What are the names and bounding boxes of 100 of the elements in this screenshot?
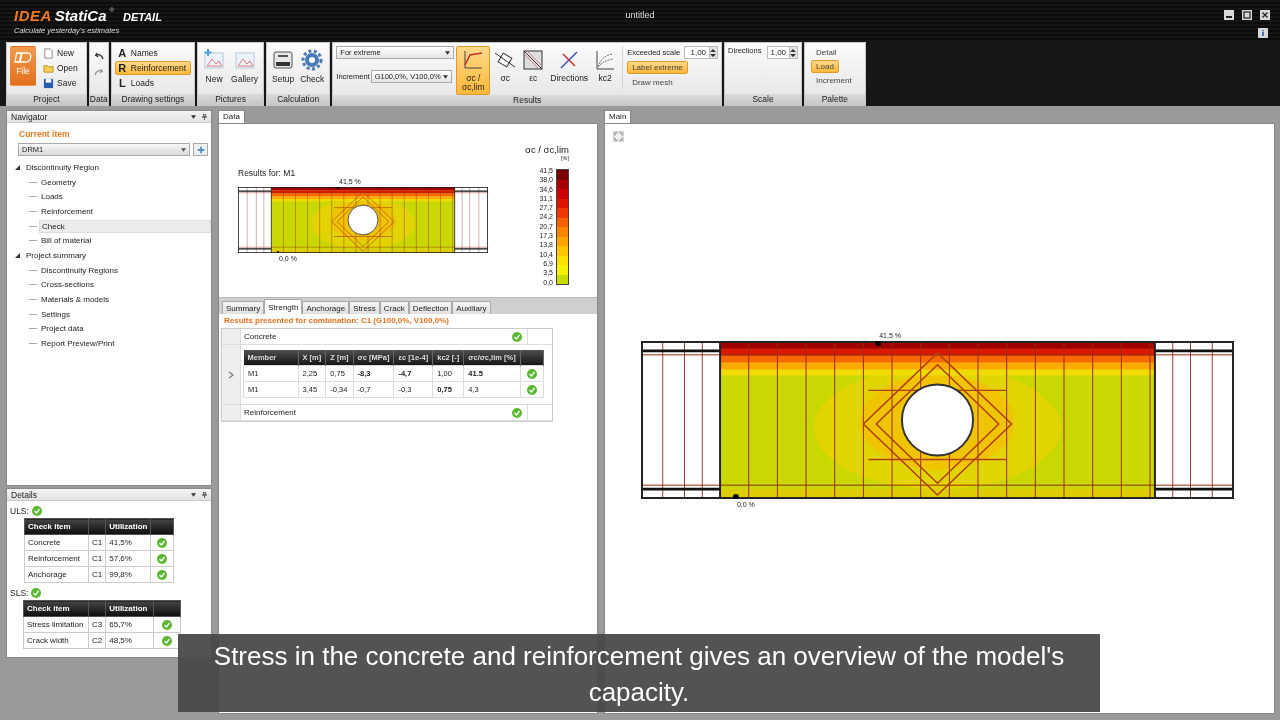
directions-scale-field[interactable]: 1,00	[767, 46, 799, 59]
drawing-toggle[interactable]: A Names	[114, 46, 163, 60]
image-icon	[233, 49, 256, 71]
curves-chart-icon	[594, 49, 617, 71]
new-button[interactable]: New	[41, 46, 83, 60]
crossed-lines-icon	[558, 49, 581, 71]
dropdown-icon[interactable]	[191, 491, 196, 498]
result-view-button[interactable]: σc / σc,lim	[456, 46, 491, 95]
exceeded-scale-field[interactable]: 1,00	[684, 46, 719, 59]
logo-icon	[14, 51, 32, 64]
group-label: Calculation	[267, 94, 330, 105]
result-tab[interactable]: Strength	[264, 299, 303, 314]
stress-curve-icon	[462, 49, 485, 71]
table-cell: 57,6%	[105, 550, 151, 567]
gallery-button[interactable]: Gallery	[229, 46, 260, 87]
table-cell: C1	[88, 550, 106, 567]
tree-item[interactable]: Geometry	[39, 176, 211, 188]
tree-item[interactable]: Project summary	[24, 249, 88, 261]
spin-arrows-icon[interactable]	[710, 48, 717, 57]
result-tab[interactable]: Deflection	[408, 301, 453, 314]
caret-icon	[445, 50, 451, 55]
legend-title: σc / σc,lim	[525, 144, 569, 155]
close-icon[interactable]	[1260, 10, 1270, 20]
column-header: Check item	[24, 518, 89, 535]
save-button[interactable]: Save	[41, 76, 83, 90]
add-image-icon	[203, 49, 226, 71]
result-view-button[interactable]: εc	[520, 46, 547, 86]
product-name: DETAIL	[122, 11, 162, 23]
palette-option[interactable]: Detail	[811, 46, 842, 59]
drawing-toggle[interactable]: L Loads	[114, 76, 159, 90]
results-title: Results for: M1	[238, 168, 297, 178]
result-view-button[interactable]: Directions	[548, 46, 591, 86]
option-toggle[interactable]: Label extreme	[627, 61, 688, 74]
check-button[interactable]: Check	[298, 46, 327, 87]
palette-option[interactable]: Load	[811, 60, 839, 73]
section-label: SLS:	[10, 588, 29, 598]
result-tab[interactable]: Anchorage	[302, 301, 350, 314]
tree-item[interactable]: Loads	[39, 191, 211, 203]
panel-title: Details	[11, 489, 37, 500]
group-label: Pictures	[198, 94, 263, 105]
undo-icon[interactable]	[92, 51, 105, 61]
info-icon[interactable]	[1258, 28, 1268, 38]
drawing-toggle[interactable]: R Reinforcement	[114, 61, 192, 75]
option-toggle[interactable]: Draw mesh	[627, 76, 678, 89]
section-label[interactable]: Concrete	[241, 329, 507, 344]
tree-item[interactable]: Project data	[39, 323, 211, 335]
dropdown-icon[interactable]	[191, 113, 196, 120]
combination-note: Results presented for combination: C1 (G100,0%, V100,0%)	[224, 316, 450, 327]
result-tab[interactable]: Summary	[222, 301, 265, 314]
group-label: Drawing settings	[111, 94, 195, 105]
tree-item[interactable]: Discontinuity Regions	[39, 264, 211, 276]
current-item-label: Current item	[19, 129, 71, 139]
palette-option[interactable]: Increment	[811, 74, 857, 87]
result-view-button[interactable]: kc2	[592, 46, 619, 86]
panel-tab[interactable]: Data	[218, 110, 245, 123]
section-label: ULS:	[10, 506, 29, 516]
spin-arrows-icon[interactable]	[790, 48, 797, 57]
setup-button[interactable]: Setup	[270, 46, 297, 87]
table-cell: 48,5%	[105, 632, 154, 649]
window-title: untitled	[624, 10, 656, 20]
pin-icon[interactable]	[202, 113, 207, 120]
table-cell: 99,8%	[105, 566, 151, 583]
expand-chevron-icon[interactable]	[228, 370, 234, 379]
table-cell: Stress limitation	[23, 616, 89, 633]
result-tab[interactable]: Crack	[379, 301, 409, 314]
table-cell: Concrete	[24, 534, 89, 551]
open-button[interactable]: Open	[41, 61, 83, 75]
pin-icon[interactable]	[202, 491, 207, 498]
table-cell: C1	[88, 534, 106, 551]
maximize-icon[interactable]	[1242, 10, 1252, 20]
section-label[interactable]: Reinforcement	[241, 405, 507, 420]
column-header: Utilization	[105, 518, 151, 535]
logo: IDEA	[14, 7, 52, 24]
result-view-button[interactable]: σc	[492, 46, 519, 86]
tree-item[interactable]: Materials & models	[39, 294, 211, 306]
tree-item[interactable]: Cross-sections	[39, 279, 211, 291]
new-picture-button[interactable]: New	[201, 46, 228, 87]
tree-item[interactable]: Reinforcement	[39, 205, 211, 217]
tree-item[interactable]: Discontinuity Region	[24, 161, 101, 173]
tree-item[interactable]: Check	[39, 219, 211, 233]
table-cell: Crack width	[23, 632, 89, 649]
add-button[interactable]	[193, 143, 208, 156]
tree-item[interactable]: Bill of material	[39, 235, 211, 247]
page-icon	[43, 47, 54, 59]
group-label: Data	[89, 94, 108, 105]
table-cell: C1	[88, 566, 106, 583]
result-tab[interactable]: Auxiliary	[452, 301, 491, 314]
result-tab[interactable]: Stress	[349, 301, 380, 314]
panel-tab[interactable]: Main	[604, 110, 632, 123]
column-header: Check item	[23, 600, 89, 617]
minimize-icon[interactable]	[1224, 10, 1234, 20]
tree-item[interactable]: Settings	[39, 308, 211, 320]
group-label: Scale	[725, 94, 802, 105]
expanded-icon[interactable]	[15, 252, 20, 258]
gear-icon	[301, 49, 324, 71]
tree-item[interactable]: Report Preview/Print	[39, 338, 211, 350]
group-label: Palette	[805, 94, 865, 105]
expanded-icon[interactable]	[15, 164, 20, 170]
hatched-square-icon	[522, 49, 545, 71]
table-cell: Reinforcement	[24, 550, 89, 567]
